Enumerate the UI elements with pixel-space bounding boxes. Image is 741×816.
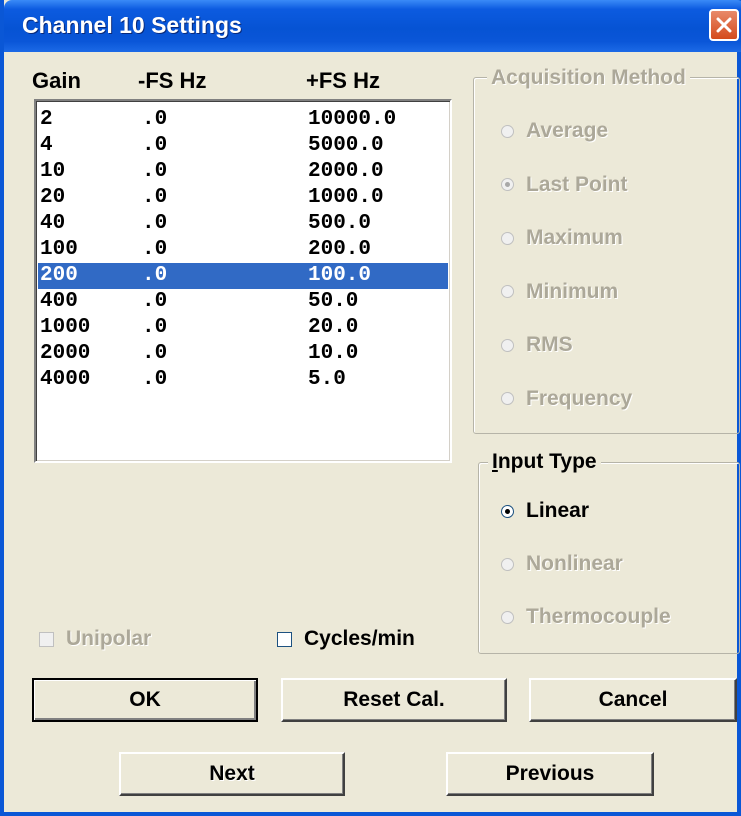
window-title: Channel 10 Settings	[22, 12, 242, 38]
gain-cell: 2000	[40, 342, 91, 365]
pos-fs-cell: 10000.0	[308, 108, 397, 131]
pos-fs-cell: 10.0	[308, 342, 359, 365]
gain-cell: 200	[40, 264, 78, 287]
neg-fs-cell: .0	[142, 290, 168, 313]
neg-fs-cell: .0	[142, 134, 168, 157]
radio-label: Frequency	[526, 386, 633, 410]
neg-fs-cell: .0	[142, 186, 168, 209]
unipolar-label: Unipolar	[66, 627, 152, 650]
gain-cell: 40	[40, 212, 66, 235]
gain-cell: 4000	[40, 368, 91, 391]
acquisition-radio-maximum[interactable]: Maximum	[501, 226, 623, 250]
neg-fs-cell: .0	[142, 264, 168, 287]
input-radio-nonlinear[interactable]: Nonlinear	[501, 552, 623, 576]
radio-dot	[501, 285, 514, 298]
title-bar: Channel 10 Settings	[4, 0, 741, 52]
radio-label: Nonlinear	[526, 552, 623, 575]
radio-dot	[501, 231, 514, 245]
cycles-per-min-label: Cycles/min	[304, 627, 415, 650]
gain-cell: 1000	[40, 316, 91, 339]
cancel-button[interactable]: Cancel	[529, 678, 737, 722]
acquisition-method-title: Acquisition Method	[487, 66, 690, 90]
checkbox-box	[39, 631, 54, 647]
radio-label: Maximum	[526, 226, 623, 249]
neg-fs-cell: .0	[142, 108, 168, 131]
gain-cell: 2	[40, 108, 53, 131]
list-row[interactable]: 10 .0 2000.0	[38, 159, 448, 185]
pos-fs-cell: 5.0	[308, 368, 346, 391]
gain-cell: 20	[40, 186, 66, 209]
gain-cell: 10	[40, 160, 66, 183]
close-icon	[716, 17, 732, 33]
ok-button[interactable]: OK	[32, 678, 258, 722]
acquisition-radio-average[interactable]: Average	[501, 119, 608, 143]
acquisition-radio-frequency[interactable]: Frequency	[501, 387, 632, 411]
checkbox-box	[277, 631, 292, 647]
radio-dot	[501, 610, 514, 624]
list-row[interactable]: 2 .0 10000.0	[38, 107, 448, 133]
radio-label: Average	[526, 119, 609, 142]
acquisition-radio-minimum[interactable]: Minimum	[501, 280, 618, 304]
input-type-title: Input Type	[488, 450, 601, 474]
radio-dot	[501, 338, 514, 352]
neg-fs-cell: .0	[142, 238, 168, 261]
dialog-window: Channel 10 Settings Gain -FS Hz +FS Hz 2…	[0, 0, 741, 816]
radio-dot	[501, 504, 514, 518]
pos-fs-cell: 200.0	[308, 238, 372, 261]
radio-label: Last Point	[526, 172, 628, 196]
input-radio-linear[interactable]: Linear	[501, 499, 589, 523]
list-row[interactable]: 4 .0 5000.0	[38, 133, 448, 159]
header-neg-fs: -FS Hz	[138, 68, 207, 93]
neg-fs-cell: .0	[142, 160, 168, 183]
radio-label: Thermocouple	[526, 605, 671, 628]
gain-listbox[interactable]: 2.0 10000.0 4.0 5000.0 10.0 2000.0 20.0 1000.0 4…	[34, 99, 452, 463]
header-pos-fs: +FS Hz	[306, 68, 380, 93]
list-row[interactable]: 20 .0 1000.0	[38, 185, 448, 211]
gain-cell: 100	[40, 238, 78, 261]
header-gain: Gain	[32, 68, 81, 93]
list-row[interactable]: 400 .0 50.0	[38, 289, 448, 315]
gain-cell: 400	[40, 290, 78, 313]
unipolar-checkbox[interactable]: Unipolar	[39, 627, 151, 651]
acquisition-radio-last-point[interactable]: Last Point	[501, 173, 628, 197]
neg-fs-cell: .0	[142, 342, 168, 365]
neg-fs-cell: .0	[142, 316, 168, 339]
pos-fs-cell: 100.0	[308, 264, 372, 287]
pos-fs-cell: 20.0	[308, 316, 359, 339]
pos-fs-cell: 5000.0	[308, 134, 384, 157]
list-row[interactable]: 40 .0 500.0	[38, 211, 448, 237]
previous-button[interactable]: Previous	[446, 752, 654, 796]
pos-fs-cell: 1000.0	[308, 186, 384, 209]
input-radio-thermocouple[interactable]: Thermocouple	[501, 605, 671, 629]
list-row[interactable]: 1000 .0 20.0	[38, 315, 448, 341]
cycles-per-min-checkbox[interactable]: Cycles/min	[277, 627, 415, 651]
radio-dot	[501, 557, 514, 571]
acquisition-radio-rms[interactable]: RMS	[501, 333, 573, 357]
pos-fs-cell: 50.0	[308, 290, 359, 313]
pos-fs-cell: 500.0	[308, 212, 372, 235]
radio-label: Linear	[526, 499, 590, 522]
list-row[interactable]: 200 .0 100.0	[38, 263, 448, 289]
radio-label: Minimum	[526, 279, 619, 303]
close-button[interactable]	[709, 9, 739, 41]
list-row[interactable]: 4000 .0 5.0	[38, 367, 448, 393]
radio-dot	[501, 178, 514, 191]
list-row[interactable]: 2000 .0 10.0	[38, 341, 448, 367]
list-row[interactable]: 100 .0 200.0	[38, 237, 448, 263]
neg-fs-cell: .0	[142, 212, 168, 235]
next-button[interactable]: Next	[119, 752, 345, 796]
radio-label: RMS	[526, 333, 573, 356]
gain-cell: 4	[40, 134, 53, 157]
reset-cal-button[interactable]: Reset Cal.	[281, 678, 507, 722]
neg-fs-cell: .0	[142, 368, 168, 391]
radio-dot	[501, 392, 514, 405]
radio-dot	[501, 124, 514, 138]
pos-fs-cell: 2000.0	[308, 160, 384, 183]
